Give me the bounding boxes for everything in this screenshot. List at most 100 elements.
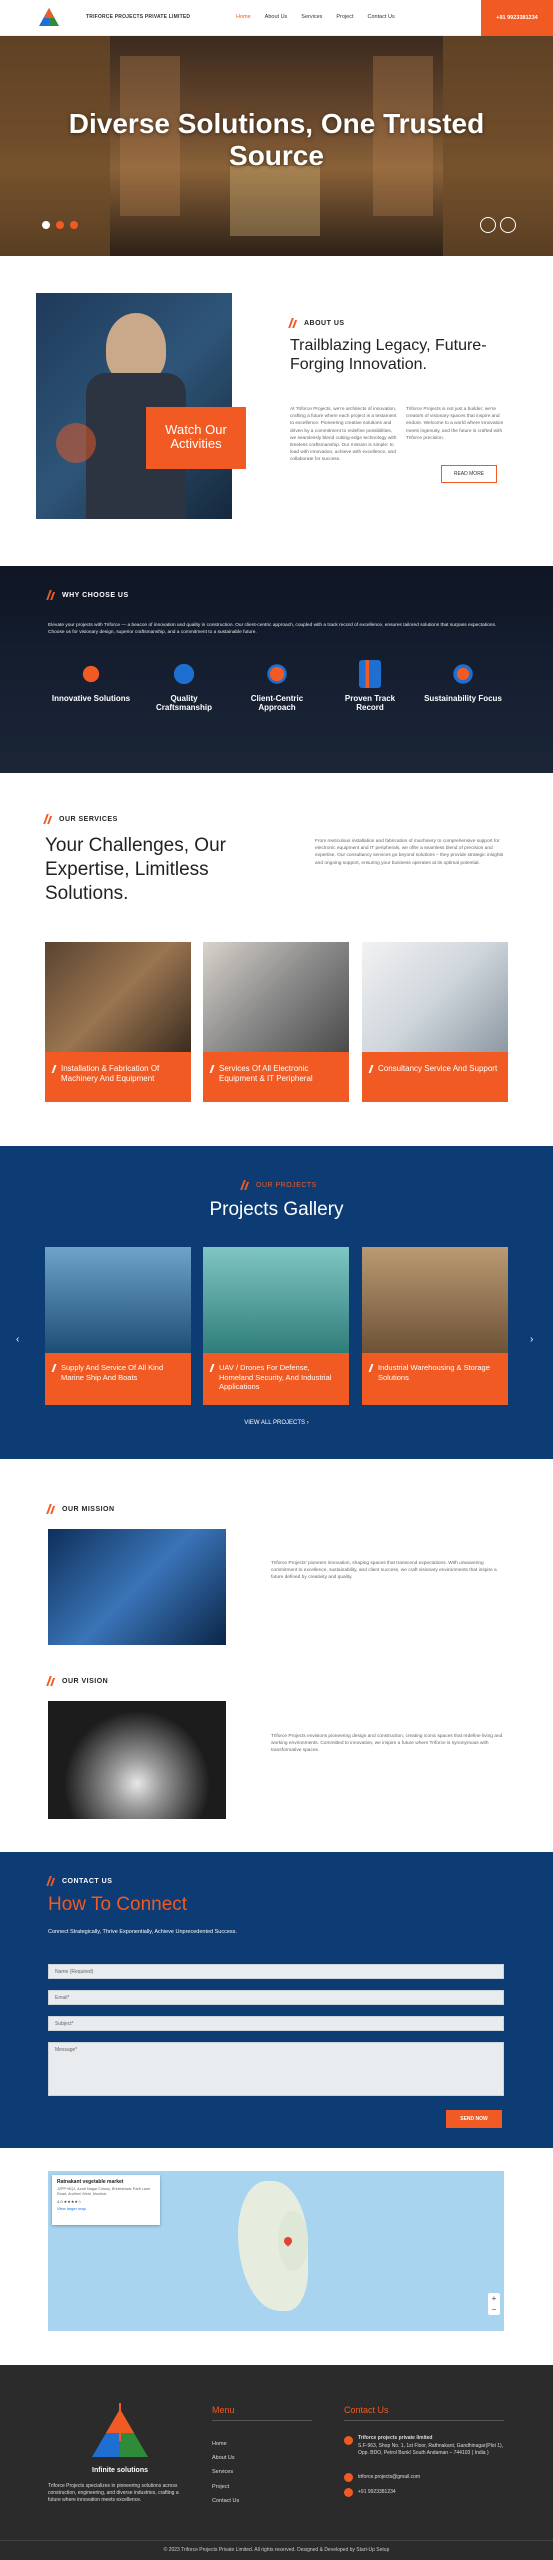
why-text: Elevate your projects with Triforce — a … [48, 623, 497, 636]
subject-field[interactable]: Subject* [48, 2016, 504, 2031]
footer-company: Triforce projects private limited [358, 2435, 433, 2441]
slider-prev-icon[interactable] [480, 217, 496, 233]
why-tag: WHY CHOOSE US [46, 590, 129, 600]
brand-mark-icon [46, 590, 58, 600]
badge-icon [170, 660, 198, 688]
service-image [203, 942, 349, 1052]
brand-mark-icon [368, 1065, 378, 1073]
divider [344, 2420, 504, 2421]
contact-subtitle: Connect Strategically, Thrive Exponentia… [48, 1929, 237, 1935]
leaf-icon [449, 660, 477, 688]
slider-dot-3[interactable] [70, 221, 78, 229]
services-heading: Your Challenges, Our Expertise, Limitles… [45, 835, 226, 904]
watch-activities-badge[interactable]: Watch Our Activities [146, 407, 246, 469]
about-image [36, 293, 232, 519]
send-now-button[interactable]: SEND NOW [446, 2110, 502, 2128]
carousel-next-icon[interactable]: › [530, 1334, 533, 1345]
services-text: From meticulous installation and fabrica… [315, 839, 504, 866]
footer-link-project[interactable]: Project [212, 2484, 229, 2490]
site-footer [0, 2365, 553, 2560]
site-header: TRIFORCE PROJECTS PRIVATE LIMITED Home A… [0, 0, 553, 36]
location-icon [344, 2436, 353, 2445]
phone-icon [344, 2488, 353, 2497]
service-image [45, 942, 191, 1052]
about-paragraph-left: At Triforce Projects, we're architects o… [290, 407, 397, 463]
google-map[interactable]: Ratnakant vegetable market J2PP+8QJ, Aza… [48, 2171, 504, 2331]
project-card-warehouse[interactable]: Industrial Warehousing & Storage Solutio… [362, 1247, 508, 1405]
chevron-right-icon: › [306, 1420, 309, 1426]
header-phone-button[interactable]: +91 9923381234 [481, 0, 553, 36]
footer-link-home[interactable]: Home [212, 2441, 227, 2447]
carousel-prev-icon[interactable]: ‹ [16, 1334, 19, 1345]
footer-link-services[interactable]: Services [212, 2469, 233, 2475]
project-caption: UAV / Drones For Defense, Homeland Secur… [203, 1353, 349, 1405]
message-field[interactable]: Message* [48, 2042, 504, 2096]
hero-title: Diverse Solutions, One Trusted Source [68, 108, 485, 171]
brand-mark-icon [368, 1364, 378, 1372]
copyright-text: © 2023 Triforce Projects Private Limited… [163, 2547, 390, 2553]
footer-link-about[interactable]: About Us [212, 2455, 235, 2461]
nav-services[interactable]: Services [301, 14, 322, 20]
view-larger-map-link[interactable]: View larger map [57, 2206, 155, 2211]
brand-name: TRIFORCE PROJECTS PRIVATE LIMITED [86, 14, 191, 20]
about-paragraph-right: Triforce Projects is not just a builder;… [406, 407, 504, 441]
mission-text: Triforce Projects' pioneers innovation, … [271, 1561, 497, 1581]
why-item-client: Client-Centric Approach [237, 660, 317, 712]
project-card-uav[interactable]: UAV / Drones For Defense, Homeland Secur… [203, 1247, 349, 1405]
service-caption: Services Of All Electronic Equipment & I… [203, 1052, 349, 1102]
nav-home[interactable]: Home [236, 14, 251, 20]
footer-phone[interactable]: +91 9923381234 [358, 2489, 396, 2496]
rating: 4.0 ★★★★☆ [57, 2199, 82, 2204]
footer-menu-title: Menu [212, 2405, 235, 2415]
map-place-card: Ratnakant vegetable market J2PP+8QJ, Aza… [52, 2175, 160, 2225]
contact-heading: How To Connect [48, 1894, 188, 1915]
footer-email[interactable]: triforce.projects@gmail.com [358, 2474, 420, 2481]
vision-image [48, 1701, 226, 1819]
project-image [203, 1247, 349, 1353]
footer-contact-title: Contact Us [344, 2405, 389, 2415]
about-heading: Trailblazing Legacy, Future-Forging Inno… [290, 337, 487, 373]
vision-tag: OUR VISION [46, 1676, 108, 1686]
company-logo-icon[interactable] [36, 4, 62, 30]
why-item-quality: Quality Craftsmanship [144, 660, 224, 712]
footer-link-contact[interactable]: Contact Us [212, 2498, 239, 2504]
chart-icon [359, 660, 381, 688]
footer-address: S.F-963, Shop No. 1, 1st Floor, Rathnaka… [358, 2443, 504, 2456]
brand-mark-icon [43, 814, 55, 824]
brand-mark-icon [288, 318, 300, 328]
why-item-track: Proven Track Record [330, 660, 410, 712]
lightbulb-icon [77, 660, 105, 688]
slider-dot-1[interactable] [42, 221, 50, 229]
project-card-marine[interactable]: Supply And Service Of All Kind Marine Sh… [45, 1247, 191, 1405]
brand-mark-icon [51, 1364, 61, 1372]
nav-about[interactable]: About Us [265, 14, 288, 20]
service-card-machinery[interactable]: Installation & Fabrication Of Machinery … [45, 942, 191, 1102]
service-image [362, 942, 508, 1052]
service-card-consultancy[interactable]: Consultancy Service And Support [362, 942, 508, 1102]
service-card-electronic[interactable]: Services Of All Electronic Equipment & I… [203, 942, 349, 1102]
vision-text: Triforce Projects envisions pioneering d… [271, 1734, 503, 1754]
nav-contact[interactable]: Contact Us [368, 14, 395, 20]
project-caption: Industrial Warehousing & Storage Solutio… [362, 1353, 508, 1405]
why-item-sustainability: Sustainability Focus [423, 660, 503, 703]
footer-about: Triforce Projects specializes in pioneer… [48, 2483, 179, 2503]
project-caption: Supply And Service Of All Kind Marine Sh… [45, 1353, 191, 1405]
email-field[interactable]: Email* [48, 1990, 504, 2005]
main-nav: Home About Us Services Project Contact U… [236, 14, 395, 20]
why-item-innovative: Innovative Solutions [51, 660, 131, 703]
name-field[interactable]: Name (Required) [48, 1964, 504, 1979]
brand-mark-icon [240, 1180, 252, 1190]
slider-next-icon[interactable] [500, 217, 516, 233]
view-all-projects-link[interactable]: VIEW ALL PROJECTS › [0, 1420, 553, 1426]
zoom-controls[interactable]: + − [488, 2293, 500, 2315]
project-image [45, 1247, 191, 1353]
about-tag: ABOUT US [288, 318, 345, 328]
divider [0, 2540, 553, 2541]
nav-project[interactable]: Project [336, 14, 353, 20]
brand-mark-icon [51, 1065, 61, 1073]
footer-tagline: Infinite solutions [92, 2467, 148, 2474]
slider-dot-2[interactable] [56, 221, 64, 229]
read-more-button[interactable]: READ MORE [441, 465, 497, 483]
brand-mark-icon [209, 1364, 219, 1372]
brand-mark-icon [46, 1676, 58, 1686]
